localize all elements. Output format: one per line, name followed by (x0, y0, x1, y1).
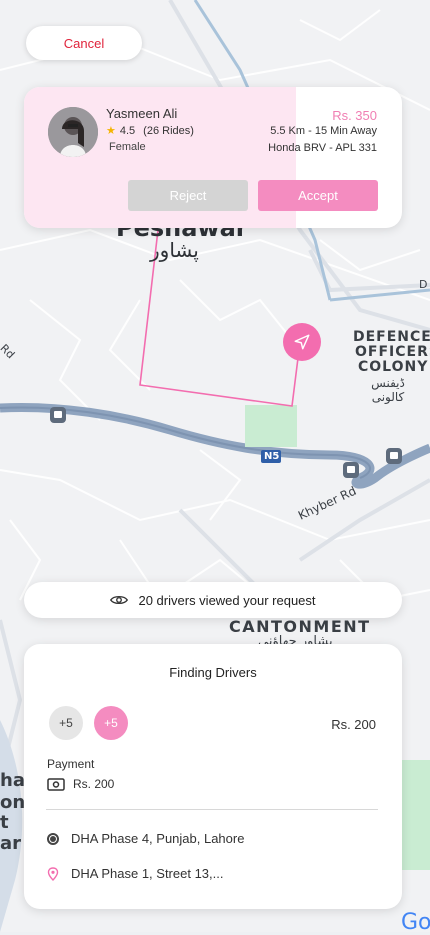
fare-decrease-button[interactable]: +5 (49, 706, 83, 740)
map-label-left-3: t (0, 812, 9, 833)
map-label-left-4: ar (0, 833, 22, 854)
bus-stop-icon (50, 407, 66, 423)
fare-increase-button[interactable]: +5 (94, 706, 128, 740)
ride-request-card: Yasmeen Ali ★ 4.5 (26 Rides) Female Rs. … (24, 87, 402, 228)
car-info: Honda BRV - APL 331 (268, 142, 377, 154)
location-pin-icon (47, 866, 59, 881)
google-logo: Go (401, 910, 430, 935)
map-label-area-line3: COLONY (358, 359, 429, 375)
finding-drivers-panel: Finding Drivers +5 +5 Rs. 200 Payment Rs… (24, 644, 402, 909)
navigation-arrow-icon (294, 334, 310, 350)
cancel-button[interactable]: Cancel (26, 26, 142, 60)
star-icon: ★ (106, 125, 116, 137)
rider-rating: ★ 4.5 (26 Rides) (106, 124, 194, 138)
park (245, 405, 297, 447)
drivers-viewed-banner: 20 drivers viewed your request (24, 582, 402, 618)
rider-gender: Female (109, 141, 146, 153)
navigation-pin-icon[interactable] (283, 323, 321, 361)
park-right (400, 760, 430, 870)
dropoff-text: DHA Phase 1, Street 13,... (71, 866, 224, 881)
rider-name: Yasmeen Ali (106, 106, 178, 121)
payment-label: Payment (47, 757, 95, 771)
rides-count: (26 Rides) (143, 124, 194, 137)
cash-icon (47, 777, 65, 791)
map-label-d: D (419, 278, 428, 291)
rating-value: 4.5 (119, 124, 136, 137)
map-label-area-urdu: ڈیفنس کالونی (371, 376, 405, 404)
distance-time: 5.5 Km - 15 Min Away (270, 125, 377, 137)
accept-button[interactable]: Accept (258, 180, 378, 211)
map-label-area-line2: OFFICERS (355, 344, 430, 360)
divider (46, 809, 378, 810)
map-label-area-line1: DEFENCE (353, 329, 430, 345)
ride-price: Rs. 350 (332, 108, 377, 123)
reject-button[interactable]: Reject (128, 180, 248, 211)
pickup-location[interactable]: DHA Phase 4, Punjab, Lahore (47, 831, 244, 846)
fare-amount: Rs. 200 (331, 717, 376, 732)
dropoff-location[interactable]: DHA Phase 1, Street 13,... (47, 866, 223, 881)
bus-stop-icon (343, 462, 359, 478)
payment-method[interactable]: Rs. 200 (47, 777, 114, 791)
bus-stop-icon (386, 448, 402, 464)
pickup-dot-icon (47, 832, 59, 845)
map-label-city-urdu: پشاور (150, 238, 199, 262)
eye-icon (110, 595, 129, 605)
map-label-n5: N5 (264, 451, 280, 462)
drivers-viewed-text: 20 drivers viewed your request (138, 592, 316, 608)
pickup-text: DHA Phase 4, Punjab, Lahore (71, 831, 245, 846)
avatar (48, 107, 98, 157)
payment-value: Rs. 200 (73, 777, 115, 791)
panel-title: Finding Drivers (169, 665, 257, 680)
